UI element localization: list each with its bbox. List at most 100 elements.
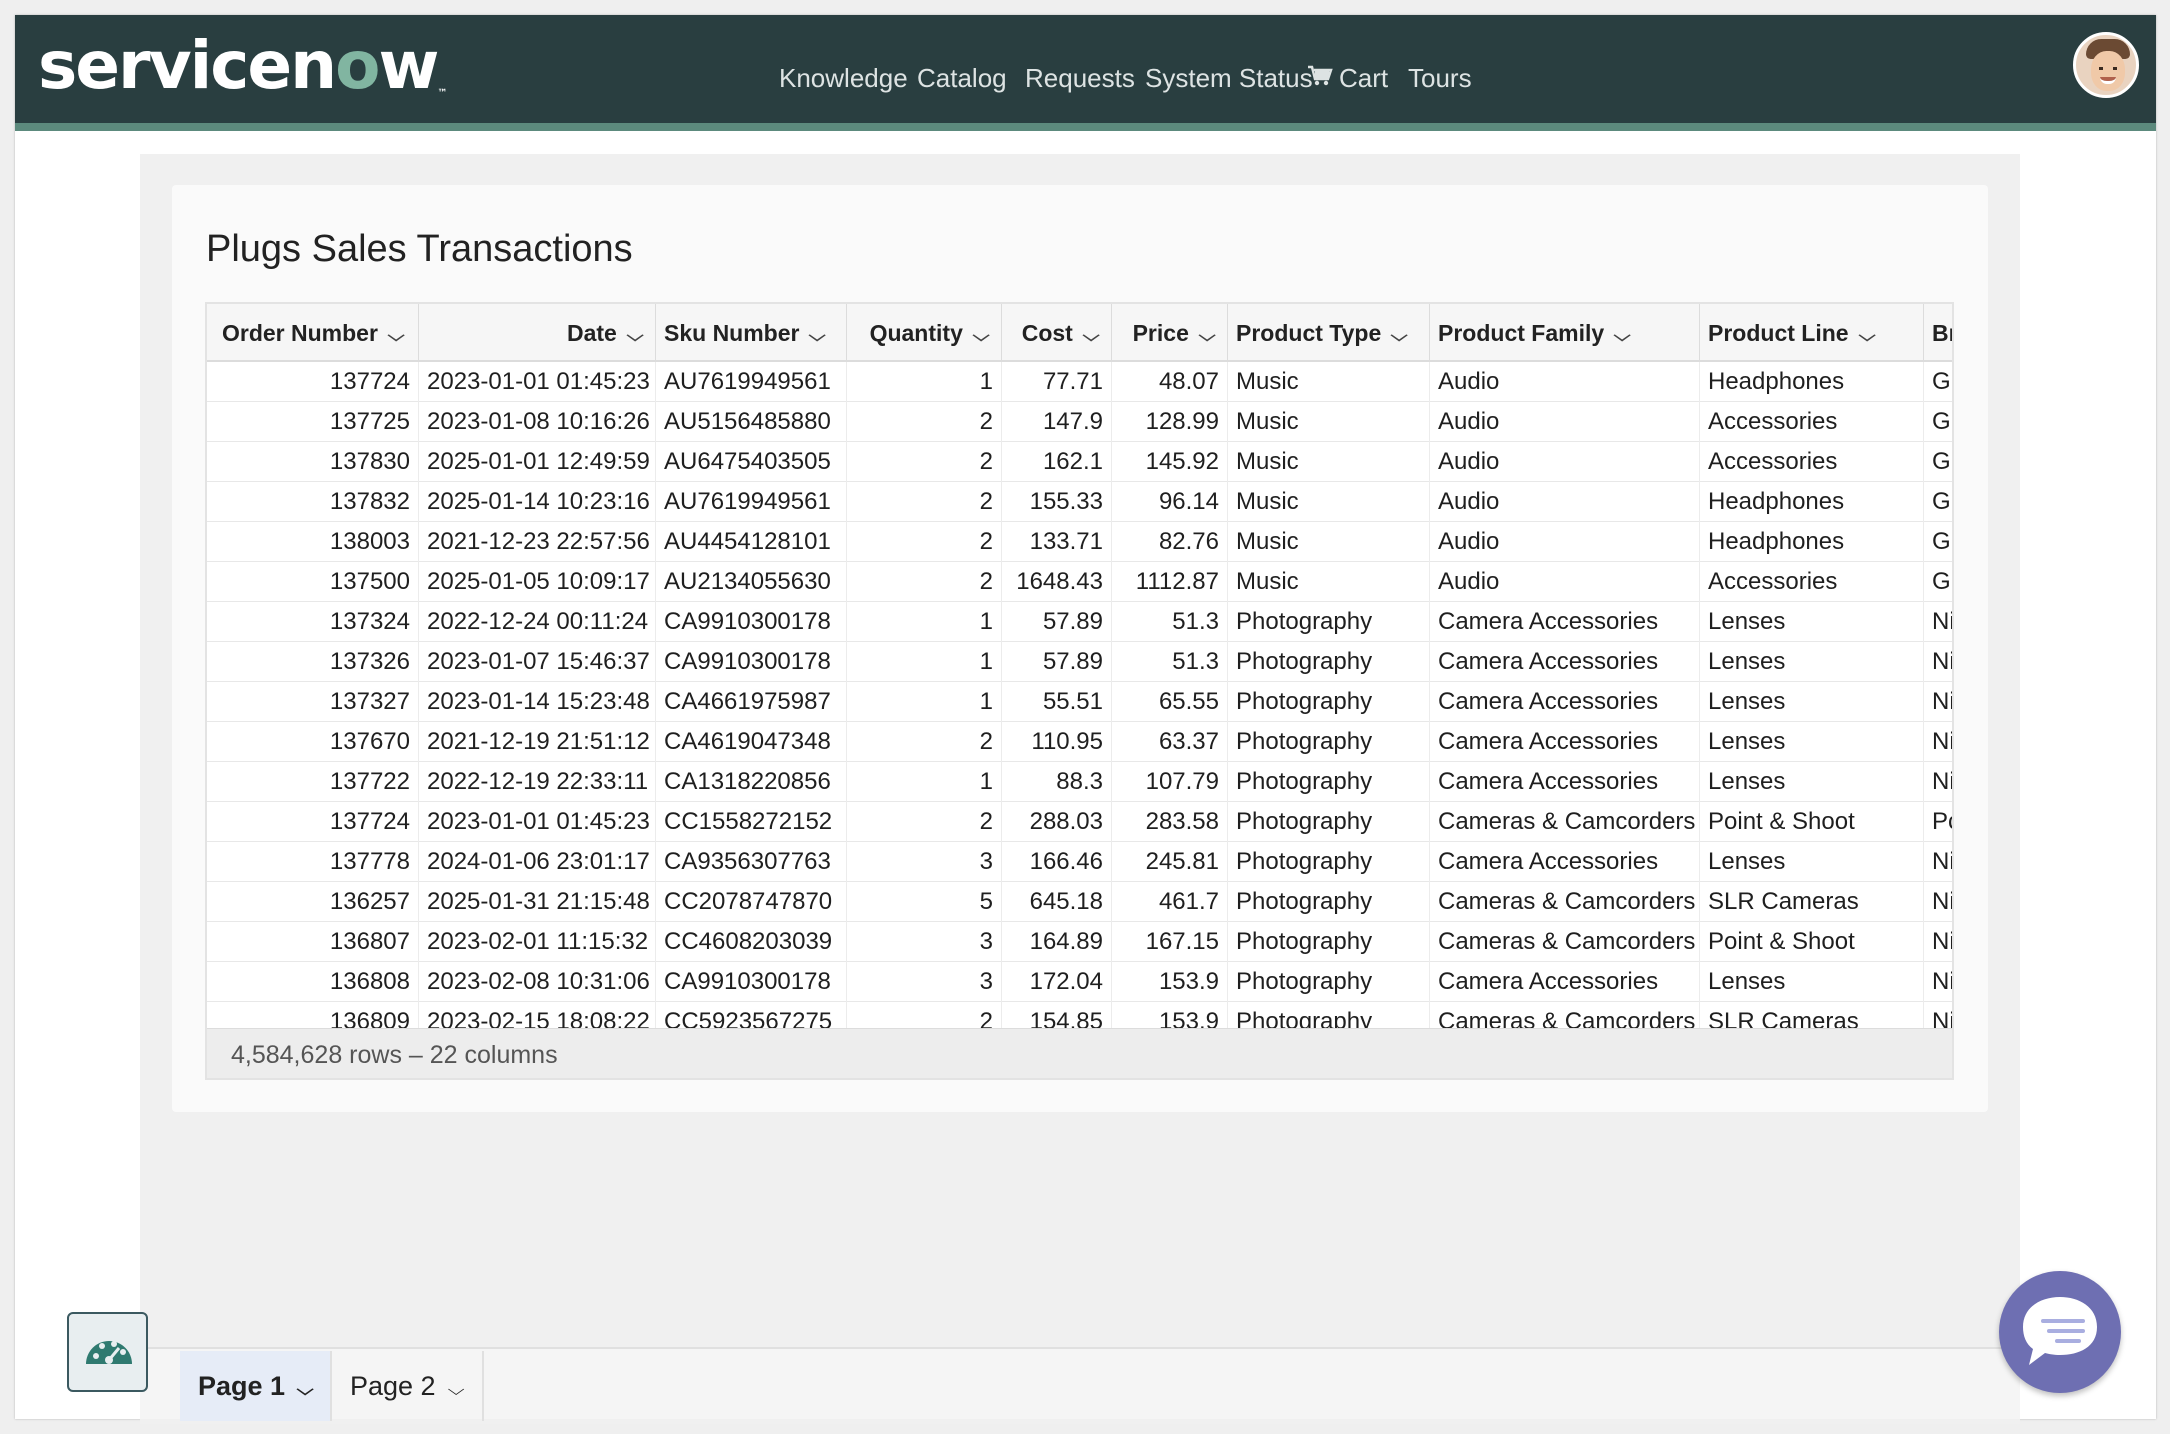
- cell-product-type: Music: [1228, 482, 1430, 522]
- table-row[interactable]: 137830 2025-01-01 12:49:59 AU6475403505 2 16…: [207, 442, 1952, 482]
- table-row[interactable]: 137500 2025-01-05 10:09:17 AU2134055630 2 16…: [207, 562, 1952, 602]
- cell-cost: 57.89: [1002, 642, 1112, 682]
- cell-product-type: Photography: [1228, 642, 1430, 682]
- cell-brand: Gr: [1924, 402, 1952, 442]
- cell-quantity: 1: [847, 682, 1002, 722]
- tab-page-2[interactable]: Page 2 ⌵: [332, 1351, 484, 1421]
- nav-cart[interactable]: Cart: [1307, 63, 1388, 94]
- servicenow-logo[interactable]: servicenow™: [38, 33, 447, 99]
- cell-product-line: Lenses: [1700, 682, 1924, 722]
- column-header-product-type[interactable]: Product Type ⌵: [1228, 304, 1430, 362]
- cell-quantity: 2: [847, 402, 1002, 442]
- cell-price: 63.37: [1112, 722, 1228, 762]
- cell-product-line: Lenses: [1700, 842, 1924, 882]
- cell-cost: 172.04: [1002, 962, 1112, 1002]
- table-row[interactable]: 137832 2025-01-14 10:23:16 AU7619949561 2 15…: [207, 482, 1952, 522]
- cell-sku-number: CA1318220856: [656, 762, 847, 802]
- cell-order-number: 137830: [207, 442, 419, 482]
- cell-order-number: 137324: [207, 602, 419, 642]
- cell-cost: 154.85: [1002, 1002, 1112, 1030]
- table-row[interactable]: 137724 2023-01-01 01:45:23 CC1558272152 2 28…: [207, 802, 1952, 842]
- nav-knowledge[interactable]: Knowledge: [779, 63, 908, 94]
- cell-product-family: Camera Accessories: [1430, 842, 1700, 882]
- table-row[interactable]: 137778 2024-01-06 23:01:17 CA9356307763 3 16…: [207, 842, 1952, 882]
- tab-page-1[interactable]: Page 1 ⌵: [180, 1351, 332, 1421]
- cell-price: 145.92: [1112, 442, 1228, 482]
- chevron-down-icon: ⌵: [809, 328, 827, 345]
- nav-tours[interactable]: Tours: [1408, 63, 1472, 94]
- cell-cost: 1648.43: [1002, 562, 1112, 602]
- dashboard-gauge-button[interactable]: [67, 1312, 148, 1392]
- cell-sku-number: AU2134055630: [656, 562, 847, 602]
- cell-brand: Ni: [1924, 842, 1952, 882]
- cell-product-line: Lenses: [1700, 642, 1924, 682]
- cell-product-type: Photography: [1228, 682, 1430, 722]
- cell-cost: 110.95: [1002, 722, 1112, 762]
- table-row[interactable]: 136809 2023-02-15 18:08:22 CC5923567275 2 15…: [207, 1002, 1952, 1030]
- column-header-product-family[interactable]: Product Family ⌵: [1430, 304, 1700, 362]
- cell-product-type: Photography: [1228, 802, 1430, 842]
- cell-product-family: Camera Accessories: [1430, 642, 1700, 682]
- cell-product-family: Camera Accessories: [1430, 682, 1700, 722]
- chevron-down-icon: ⌵: [447, 1382, 465, 1399]
- nav-catalog[interactable]: Catalog: [917, 63, 1007, 94]
- cell-product-family: Cameras & Camcorders: [1430, 1002, 1700, 1030]
- cell-sku-number: AU7619949561: [656, 482, 847, 522]
- table-row[interactable]: 138003 2021-12-23 22:57:56 AU4454128101 2 13…: [207, 522, 1952, 562]
- cell-quantity: 2: [847, 722, 1002, 762]
- cell-product-line: Lenses: [1700, 762, 1924, 802]
- cell-sku-number: CC5923567275: [656, 1002, 847, 1030]
- table-row[interactable]: 136257 2025-01-31 21:15:48 CC2078747870 5 64…: [207, 882, 1952, 922]
- table-row[interactable]: 137722 2022-12-19 22:33:11 CA1318220856 1 88…: [207, 762, 1952, 802]
- cell-quantity: 2: [847, 442, 1002, 482]
- cell-date: 2022-12-19 22:33:11: [419, 762, 656, 802]
- cell-product-family: Audio: [1430, 482, 1700, 522]
- column-header-quantity[interactable]: Quantity ⌵: [847, 304, 1002, 362]
- table-row[interactable]: 137670 2021-12-19 21:51:12 CA4619047348 2 11…: [207, 722, 1952, 762]
- column-header-cost[interactable]: Cost ⌵: [1002, 304, 1112, 362]
- cell-product-line: Point & Shoot: [1700, 802, 1924, 842]
- table-row[interactable]: 137326 2023-01-07 15:46:37 CA9910300178 1 57…: [207, 642, 1952, 682]
- column-header-brand[interactable]: Br: [1924, 304, 1952, 362]
- chevron-down-icon: ⌵: [1198, 328, 1216, 345]
- chevron-down-icon: ⌵: [296, 1382, 314, 1399]
- cell-cost: 57.89: [1002, 602, 1112, 642]
- table-row[interactable]: 136807 2023-02-01 11:15:32 CC4608203039 3 16…: [207, 922, 1952, 962]
- cell-order-number: 136809: [207, 1002, 419, 1030]
- report-title: Plugs Sales Transactions: [206, 228, 633, 270]
- column-header-date[interactable]: Date ⌵: [419, 304, 656, 362]
- table-row[interactable]: 137327 2023-01-14 15:23:48 CA4661975987 1 55…: [207, 682, 1952, 722]
- cell-sku-number: AU6475403505: [656, 442, 847, 482]
- cell-quantity: 1: [847, 642, 1002, 682]
- column-header-order-number[interactable]: Order Number ⌵: [207, 304, 419, 362]
- cell-product-family: Cameras & Camcorders: [1430, 882, 1700, 922]
- table-row[interactable]: 137725 2023-01-08 10:16:26 AU5156485880 2 14…: [207, 402, 1952, 442]
- table-row[interactable]: 137324 2022-12-24 00:11:24 CA9910300178 1 57…: [207, 602, 1952, 642]
- cell-price: 461.7: [1112, 882, 1228, 922]
- data-table: Order Number ⌵ Date ⌵ Sku Number ⌵ Quantity…: [205, 302, 1954, 1080]
- cell-sku-number: CC2078747870: [656, 882, 847, 922]
- cell-sku-number: CA9356307763: [656, 842, 847, 882]
- table-row[interactable]: 137724 2023-01-01 01:45:23 AU7619949561 1 77…: [207, 362, 1952, 402]
- cell-order-number: 138003: [207, 522, 419, 562]
- table-row[interactable]: 136808 2023-02-08 10:31:06 CA9910300178 3 17…: [207, 962, 1952, 1002]
- cell-sku-number: CA9910300178: [656, 962, 847, 1002]
- chat-button[interactable]: [1999, 1271, 2121, 1393]
- user-avatar[interactable]: [2073, 32, 2139, 98]
- column-header-product-line[interactable]: Product Line ⌵: [1700, 304, 1924, 362]
- nav-system-status[interactable]: System Status: [1145, 63, 1313, 94]
- cell-price: 153.9: [1112, 1002, 1228, 1030]
- chevron-down-icon: ⌵: [972, 328, 990, 345]
- column-header-sku-number[interactable]: Sku Number ⌵: [656, 304, 847, 362]
- cell-date: 2025-01-01 12:49:59: [419, 442, 656, 482]
- cell-order-number: 137832: [207, 482, 419, 522]
- nav-requests[interactable]: Requests: [1025, 63, 1135, 94]
- column-header-price[interactable]: Price ⌵: [1112, 304, 1228, 362]
- cell-price: 51.3: [1112, 642, 1228, 682]
- chevron-down-icon: ⌵: [626, 328, 644, 345]
- cell-product-line: Headphones: [1700, 482, 1924, 522]
- cell-cost: 288.03: [1002, 802, 1112, 842]
- cell-date: 2023-01-01 01:45:23: [419, 802, 656, 842]
- top-navigation-bar: servicenow™ Knowledge Catalog Requests S…: [15, 15, 2156, 131]
- cell-brand: Gr: [1924, 482, 1952, 522]
